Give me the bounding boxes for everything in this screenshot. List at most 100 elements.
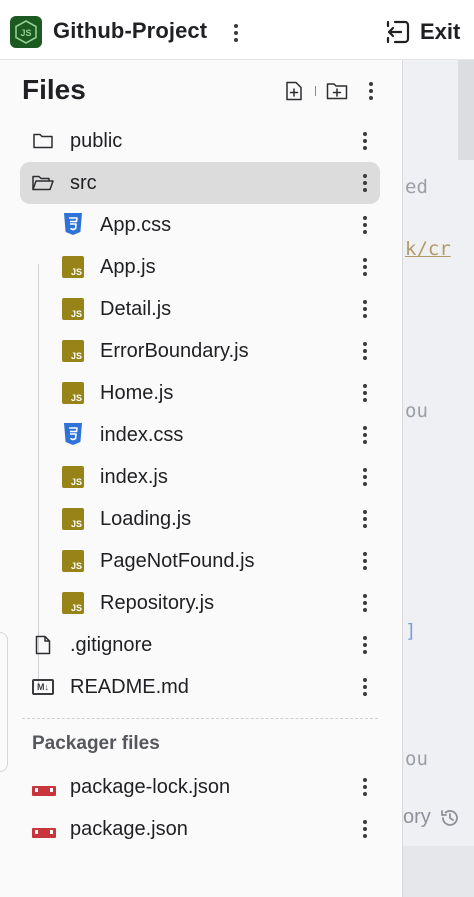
- item-menu-icon[interactable]: [358, 464, 372, 490]
- kebab-dot: [363, 482, 367, 486]
- history-button[interactable]: ory: [403, 806, 461, 829]
- packager-divider: [22, 718, 378, 719]
- editor-scrollbar[interactable]: [458, 60, 474, 160]
- kebab-dot: [363, 517, 367, 521]
- js-icon: JS: [62, 466, 84, 488]
- kebab-dot: [363, 174, 367, 178]
- item-menu-icon[interactable]: [358, 548, 372, 574]
- kebab-dot: [369, 96, 373, 100]
- editor-text-fragment: ou: [405, 748, 428, 770]
- item-menu-icon[interactable]: [358, 128, 372, 154]
- tree-item-home-js[interactable]: JS Home.js: [20, 372, 380, 414]
- kebab-dot: [363, 433, 367, 437]
- kebab-dot: [363, 820, 367, 824]
- kebab-dot: [363, 785, 367, 789]
- item-menu-icon[interactable]: [358, 338, 372, 364]
- item-menu-icon[interactable]: [358, 212, 372, 238]
- tree-item-app-js[interactable]: JS App.js: [20, 246, 380, 288]
- tree-item-label: ErrorBoundary.js: [100, 339, 249, 362]
- kebab-dot: [363, 132, 367, 136]
- packager-files-heading: Packager files: [32, 733, 160, 754]
- item-menu-icon[interactable]: [358, 170, 372, 196]
- kebab-dot: [363, 188, 367, 192]
- kebab-dot: [363, 552, 367, 556]
- npm-icon: [32, 822, 56, 844]
- editor-text-fragment: ou: [405, 400, 428, 422]
- kebab-dot: [363, 594, 367, 598]
- tree-item-index-js[interactable]: JS index.js: [20, 456, 380, 498]
- kebab-dot: [363, 678, 367, 682]
- new-file-icon[interactable]: [283, 80, 305, 102]
- tree-item-label: App.js: [100, 255, 156, 278]
- item-menu-icon[interactable]: [358, 380, 372, 406]
- tree-item-package-json[interactable]: package.json: [20, 808, 380, 850]
- kebab-dot: [363, 216, 367, 220]
- kebab-dot: [363, 223, 367, 227]
- js-icon: JS: [62, 550, 84, 572]
- tree-item-package-lock-json[interactable]: package-lock.json: [20, 766, 380, 808]
- item-menu-icon[interactable]: [358, 590, 372, 616]
- folder-icon: [32, 130, 54, 152]
- kebab-dot: [363, 342, 367, 346]
- kebab-dot: [234, 38, 238, 42]
- css-icon: [62, 423, 84, 445]
- tree-item-pagenotfound-js[interactable]: JS PageNotFound.js: [20, 540, 380, 582]
- tree-item-label: public: [70, 129, 123, 152]
- project-menu-button[interactable]: [226, 18, 246, 48]
- tree-item-detail-js[interactable]: JS Detail.js: [20, 288, 380, 330]
- kebab-dot: [369, 89, 373, 93]
- kebab-dot: [363, 230, 367, 234]
- files-panel: Files public src App.css JS App.js JS De…: [0, 60, 401, 897]
- markdown-icon: M↓: [32, 676, 54, 698]
- item-menu-icon[interactable]: [358, 506, 372, 532]
- kebab-dot: [363, 559, 367, 563]
- project-title: Github-Project: [53, 18, 208, 43]
- tree-item-public[interactable]: public: [20, 120, 380, 162]
- tree-item-errorboundary-js[interactable]: JS ErrorBoundary.js: [20, 330, 380, 372]
- js-icon: JS: [62, 382, 84, 404]
- item-menu-icon[interactable]: [358, 632, 372, 658]
- kebab-dot: [363, 391, 367, 395]
- item-menu-icon[interactable]: [358, 674, 372, 700]
- tree-item-gitignore[interactable]: .gitignore: [20, 624, 380, 666]
- actions-separator: [315, 86, 316, 96]
- kebab-dot: [363, 356, 367, 360]
- kebab-dot: [363, 792, 367, 796]
- tree-item-index-css[interactable]: index.css: [20, 414, 380, 456]
- item-menu-icon[interactable]: [358, 774, 372, 800]
- new-folder-icon[interactable]: [326, 80, 348, 102]
- history-icon: [440, 809, 458, 826]
- kebab-dot: [363, 440, 367, 444]
- kebab-dot: [363, 685, 367, 689]
- kebab-dot: [363, 510, 367, 514]
- kebab-dot: [363, 475, 367, 479]
- file-icon: [32, 634, 54, 656]
- tree-item-loading-js[interactable]: JS Loading.js: [20, 498, 380, 540]
- kebab-dot: [363, 643, 367, 647]
- js-icon: JS: [62, 592, 84, 614]
- editor-link-fragment: k/cr: [405, 238, 451, 260]
- tree-item-src[interactable]: src: [20, 162, 380, 204]
- kebab-dot: [363, 426, 367, 430]
- kebab-dot: [363, 650, 367, 654]
- item-menu-icon[interactable]: [358, 816, 372, 842]
- files-panel-title: Files: [22, 74, 86, 105]
- tree-item-repository-js[interactable]: JS Repository.js: [20, 582, 380, 624]
- item-menu-icon[interactable]: [358, 422, 372, 448]
- folder-open-icon: [32, 172, 54, 194]
- kebab-dot: [363, 524, 367, 528]
- tree-item-label: Detail.js: [100, 297, 172, 320]
- panel-resize-handle[interactable]: [0, 632, 8, 772]
- tree-item-readme-md[interactable]: M↓ README.md: [20, 666, 380, 708]
- more-options-icon[interactable]: [364, 78, 378, 104]
- exit-label: Exit: [420, 19, 461, 44]
- svg-text:JS: JS: [20, 28, 31, 38]
- exit-button[interactable]: Exit: [384, 17, 460, 47]
- item-menu-icon[interactable]: [358, 254, 372, 280]
- kebab-dot: [369, 82, 373, 86]
- kebab-dot: [234, 24, 238, 28]
- tree-item-label: .gitignore: [70, 633, 153, 656]
- kebab-dot: [363, 778, 367, 782]
- item-menu-icon[interactable]: [358, 296, 372, 322]
- tree-item-app-css[interactable]: App.css: [20, 204, 380, 246]
